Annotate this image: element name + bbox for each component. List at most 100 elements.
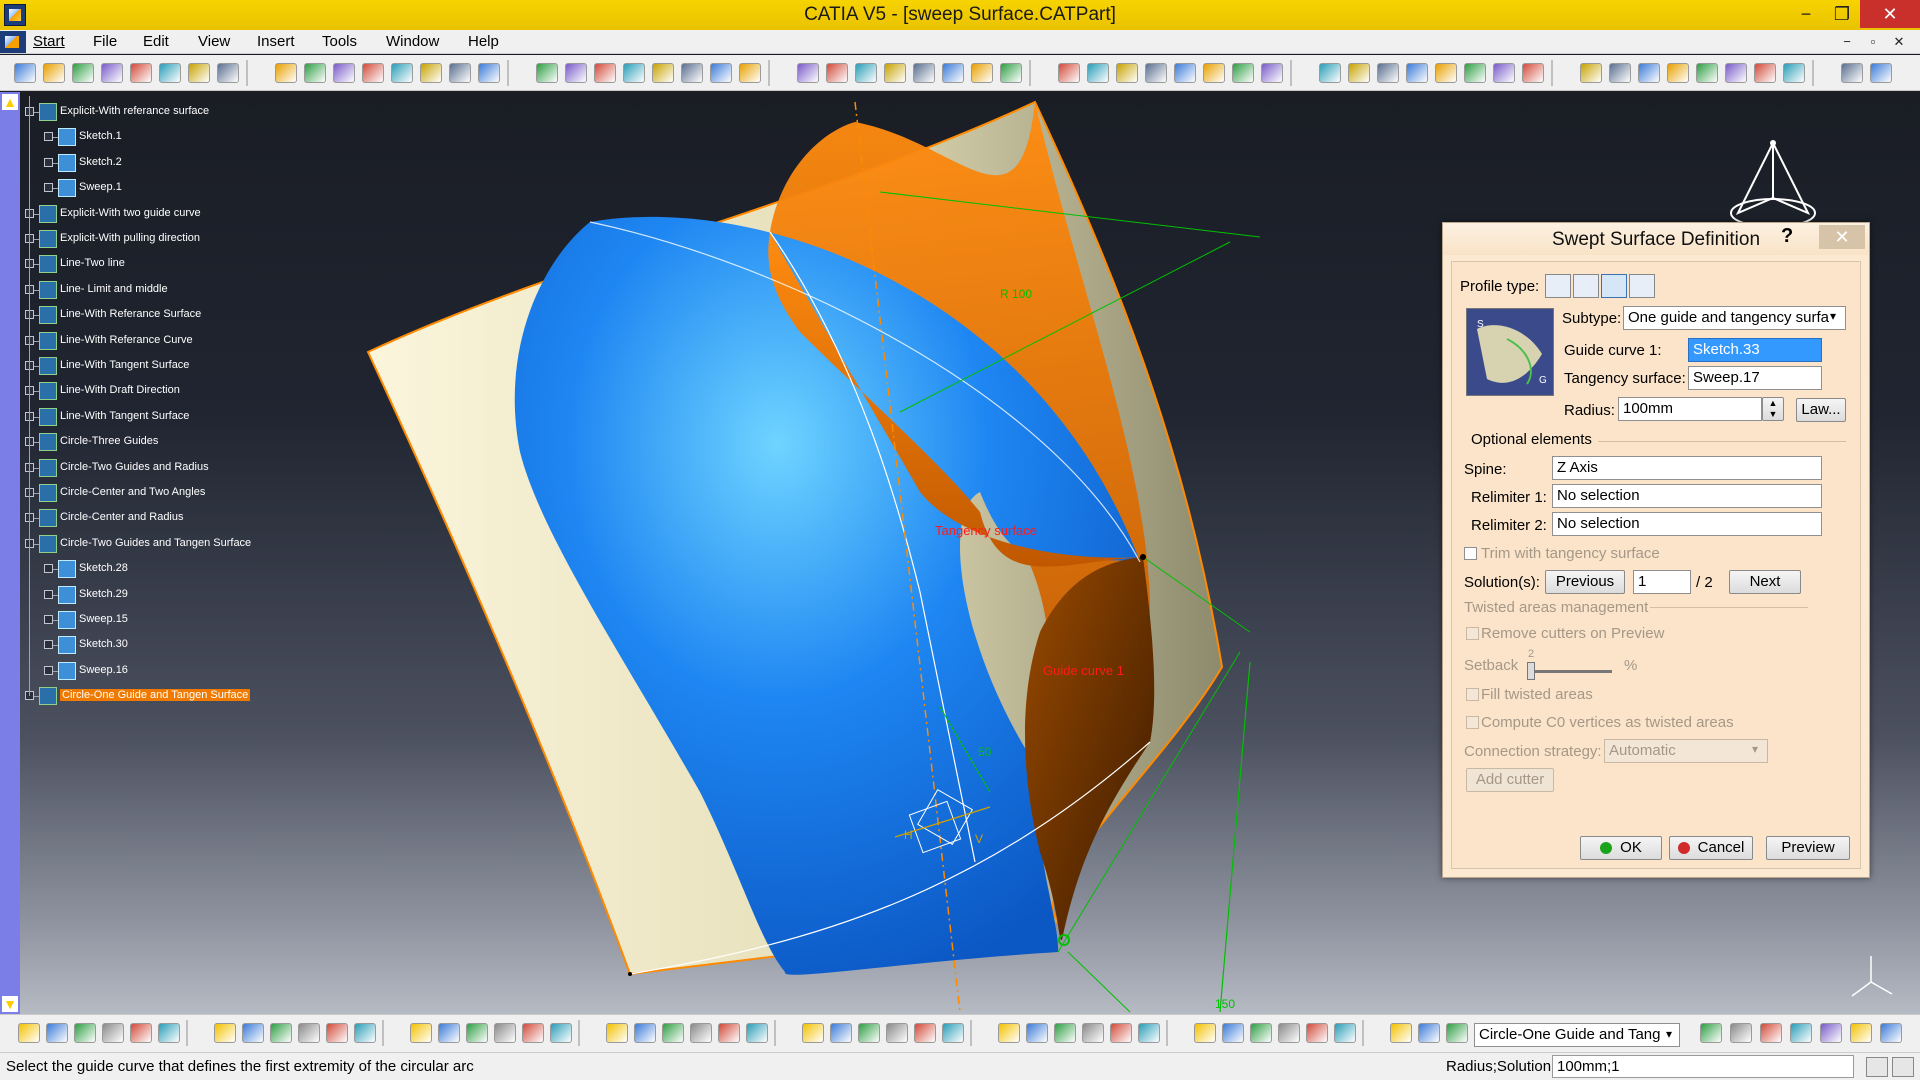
toolbar-tool-icon[interactable] <box>130 63 152 83</box>
restore-button[interactable]: ❐ <box>1822 0 1862 28</box>
minimize-button[interactable]: − <box>1786 0 1826 28</box>
add-cutter-button[interactable]: Add cutter <box>1466 768 1554 792</box>
toolbar-tool-icon[interactable] <box>884 63 906 83</box>
toolbar-tool-icon[interactable] <box>1390 1023 1412 1043</box>
toolbar-tool-icon[interactable] <box>494 1023 516 1043</box>
toolbar-tool-icon[interactable] <box>690 1023 712 1043</box>
spine-field[interactable]: Z Axis <box>1552 456 1822 480</box>
compute-c0-checkbox[interactable] <box>1466 716 1479 729</box>
toolbar-tool-icon[interactable] <box>326 1023 348 1043</box>
toolbar-tool-icon[interactable] <box>718 1023 740 1043</box>
toolbar-tool-icon[interactable] <box>1841 63 1863 83</box>
toolbar-tool-icon[interactable] <box>1638 63 1660 83</box>
toolbar-tool-icon[interactable] <box>1377 63 1399 83</box>
toolbar-tool-icon[interactable] <box>304 63 326 83</box>
tree-expand-icon[interactable] <box>44 158 53 167</box>
toolbar-tool-icon[interactable] <box>522 1023 544 1043</box>
ok-button[interactable]: OK <box>1580 836 1662 860</box>
toolbar-tool-icon[interactable] <box>942 1023 964 1043</box>
toolbar-tool-icon[interactable] <box>1000 63 1022 83</box>
profile-type-explicit-icon[interactable] <box>1545 274 1571 298</box>
toolbar-tool-icon[interactable] <box>1194 1023 1216 1043</box>
toolbar-tool-icon[interactable] <box>1319 63 1341 83</box>
toolbar-tool-icon[interactable] <box>1026 1023 1048 1043</box>
toolbar-tool-icon[interactable] <box>1696 63 1718 83</box>
toolbar-tool-icon[interactable] <box>410 1023 432 1043</box>
toolbar-tool-icon[interactable] <box>1730 1023 1752 1043</box>
remove-cutters-checkbox[interactable] <box>1466 627 1479 640</box>
menu-insert[interactable]: Insert <box>257 33 295 50</box>
preview-button[interactable]: Preview <box>1766 836 1850 860</box>
law-button[interactable]: Law... <box>1796 398 1846 422</box>
toolbar-tool-icon[interactable] <box>1790 1023 1812 1043</box>
toolbar-tool-icon[interactable] <box>826 63 848 83</box>
connection-strategy-select[interactable]: Automatic <box>1604 739 1768 763</box>
subtype-chevron-down-icon[interactable]: ▾ <box>1830 309 1836 323</box>
toolbar-tool-icon[interactable] <box>797 63 819 83</box>
toolbar-tool-icon[interactable] <box>652 63 674 83</box>
toolbar-tool-icon[interactable] <box>942 63 964 83</box>
workbench-combo[interactable]: Circle-One Guide and Tang <box>1474 1023 1680 1047</box>
toolbar-tool-icon[interactable] <box>739 63 761 83</box>
toolbar-tool-icon[interactable] <box>710 63 732 83</box>
guide-curve-field[interactable]: Sketch.33 <box>1688 338 1822 362</box>
toolbar-tool-icon[interactable] <box>1087 63 1109 83</box>
toolbar-tool-icon[interactable] <box>354 1023 376 1043</box>
toolbar-tool-icon[interactable] <box>565 63 587 83</box>
toolbar-tool-icon[interactable] <box>914 1023 936 1043</box>
menu-edit[interactable]: Edit <box>143 33 169 50</box>
doc-restore-button[interactable]: ▫ <box>1862 32 1884 52</box>
toolbar-tool-icon[interactable] <box>1725 63 1747 83</box>
workbench-chevron-down-icon[interactable]: ▾ <box>1666 1027 1672 1041</box>
toolbar-tool-icon[interactable] <box>1783 63 1805 83</box>
toolbar-tool-icon[interactable] <box>74 1023 96 1043</box>
toolbar-tool-icon[interactable] <box>1250 1023 1272 1043</box>
radius-spinner[interactable]: ▲ ▼ <box>1762 397 1784 421</box>
toolbar-tool-icon[interactable] <box>1082 1023 1104 1043</box>
toolbar-tool-icon[interactable] <box>158 1023 180 1043</box>
toolbar-tool-icon[interactable] <box>536 63 558 83</box>
tree-expand-icon[interactable] <box>44 183 53 192</box>
toolbar-tool-icon[interactable] <box>1054 1023 1076 1043</box>
subtype-select[interactable]: One guide and tangency surfa <box>1623 306 1846 330</box>
start-logo-icon[interactable] <box>0 31 26 53</box>
menu-start[interactable]: Start <box>33 33 65 50</box>
toolbar-tool-icon[interactable] <box>1203 63 1225 83</box>
help-icon[interactable]: ? <box>1781 225 1793 248</box>
status-input-field[interactable]: 100mm;1 <box>1552 1055 1854 1078</box>
status-expand-icon[interactable] <box>1892 1057 1914 1077</box>
tree-expand-icon[interactable] <box>44 666 53 675</box>
toolbar-tool-icon[interactable] <box>1222 1023 1244 1043</box>
toolbar-tool-icon[interactable] <box>1446 1023 1468 1043</box>
toolbar-tool-icon[interactable] <box>101 63 123 83</box>
toolbar-tool-icon[interactable] <box>998 1023 1020 1043</box>
toolbar-tool-icon[interactable] <box>1306 1023 1328 1043</box>
toolbar-tool-icon[interactable] <box>1138 1023 1160 1043</box>
toolbar-tool-icon[interactable] <box>72 63 94 83</box>
solution-field[interactable]: 1 <box>1633 570 1691 594</box>
toolbar-tool-icon[interactable] <box>913 63 935 83</box>
relimiter-1-field[interactable]: No selection <box>1552 484 1822 508</box>
toolbar-tool-icon[interactable] <box>214 1023 236 1043</box>
profile-type-line-icon[interactable] <box>1573 274 1599 298</box>
toolbar-tool-icon[interactable] <box>1464 63 1486 83</box>
toolbar-tool-icon[interactable] <box>1174 63 1196 83</box>
tree-expand-icon[interactable] <box>44 615 53 624</box>
close-button[interactable]: ✕ <box>1860 0 1920 28</box>
toolbar-tool-icon[interactable] <box>606 1023 628 1043</box>
tangency-surface-field[interactable]: Sweep.17 <box>1688 366 1822 390</box>
toolbar-tool-icon[interactable] <box>594 63 616 83</box>
toolbar-tool-icon[interactable] <box>1880 1023 1902 1043</box>
toolbar-tool-icon[interactable] <box>1232 63 1254 83</box>
radius-field[interactable]: 100mm <box>1618 397 1762 421</box>
menu-view[interactable]: View <box>198 33 230 50</box>
toolbar-tool-icon[interactable] <box>130 1023 152 1043</box>
toolbar-tool-icon[interactable] <box>1418 1023 1440 1043</box>
toolbar-tool-icon[interactable] <box>159 63 181 83</box>
menu-file[interactable]: File <box>93 33 117 50</box>
toolbar-tool-icon[interactable] <box>188 63 210 83</box>
toolbar-tool-icon[interactable] <box>1334 1023 1356 1043</box>
toolbar-tool-icon[interactable] <box>1870 63 1892 83</box>
toolbar-tool-icon[interactable] <box>830 1023 852 1043</box>
toolbar-tool-icon[interactable] <box>1116 63 1138 83</box>
